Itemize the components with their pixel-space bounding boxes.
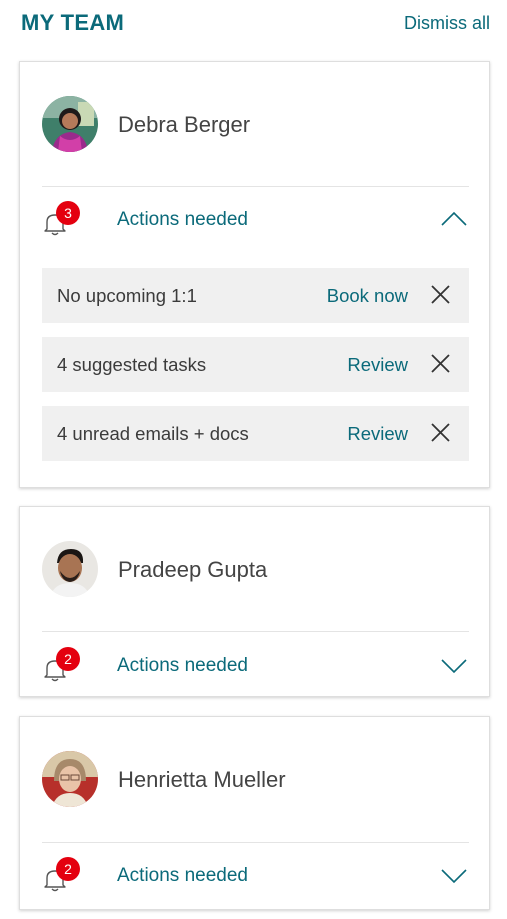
person-row[interactable]: Pradeep Gupta xyxy=(42,541,462,597)
divider xyxy=(42,842,469,843)
avatar xyxy=(42,541,98,597)
actions-needed-label: Actions needed xyxy=(117,655,248,676)
divider xyxy=(42,186,469,187)
page-title: MY TEAM xyxy=(21,10,125,35)
action-item-text: 4 unread emails + docs xyxy=(57,423,249,444)
notification-badge: 3 xyxy=(56,201,80,225)
review-link[interactable]: Review xyxy=(347,354,408,376)
notification-badge: 2 xyxy=(56,857,80,881)
member-name: Pradeep Gupta xyxy=(118,557,268,582)
action-item: No upcoming 1:1 Book now xyxy=(42,268,469,323)
actions-needed-label: Actions needed xyxy=(117,209,248,230)
chevron-down-icon[interactable] xyxy=(439,865,469,885)
bell-icon: 3 xyxy=(42,201,80,237)
action-item: 4 unread emails + docs Review xyxy=(42,406,469,461)
actions-needed-toggle[interactable]: 2 Actions needed xyxy=(42,645,469,689)
avatar xyxy=(42,751,98,807)
member-name: Debra Berger xyxy=(118,112,251,137)
avatar xyxy=(42,96,98,152)
header: MY TEAM Dismiss all xyxy=(0,0,507,52)
actions-needed-toggle[interactable]: 2 Actions needed xyxy=(42,855,469,899)
team-member-card: Pradeep Gupta 2 Actions needed xyxy=(19,506,490,697)
chevron-down-icon[interactable] xyxy=(439,655,469,675)
actions-needed-label: Actions needed xyxy=(117,865,248,886)
action-item-text: 4 suggested tasks xyxy=(57,354,207,375)
team-member-card: Debra Berger 3 Actions needed No upcomin… xyxy=(19,61,490,488)
dismiss-all-link[interactable]: Dismiss all xyxy=(404,13,490,34)
divider xyxy=(42,631,469,632)
close-icon[interactable] xyxy=(430,422,451,443)
notification-badge: 2 xyxy=(56,647,80,671)
person-row[interactable]: Henrietta Mueller xyxy=(42,751,462,807)
member-name: Henrietta Mueller xyxy=(118,767,286,792)
bell-icon: 2 xyxy=(42,647,80,683)
actions-needed-toggle[interactable]: 3 Actions needed xyxy=(42,199,469,243)
close-icon[interactable] xyxy=(430,284,451,305)
review-link[interactable]: Review xyxy=(347,423,408,445)
book-now-link[interactable]: Book now xyxy=(327,285,408,307)
action-item: 4 suggested tasks Review xyxy=(42,337,469,392)
bell-icon: 2 xyxy=(42,857,80,893)
person-row[interactable]: Debra Berger xyxy=(42,96,462,152)
close-icon[interactable] xyxy=(430,353,451,374)
chevron-up-icon[interactable] xyxy=(439,209,469,229)
team-member-card: Henrietta Mueller 2 Actions needed xyxy=(19,716,490,910)
action-item-text: No upcoming 1:1 xyxy=(57,285,197,306)
